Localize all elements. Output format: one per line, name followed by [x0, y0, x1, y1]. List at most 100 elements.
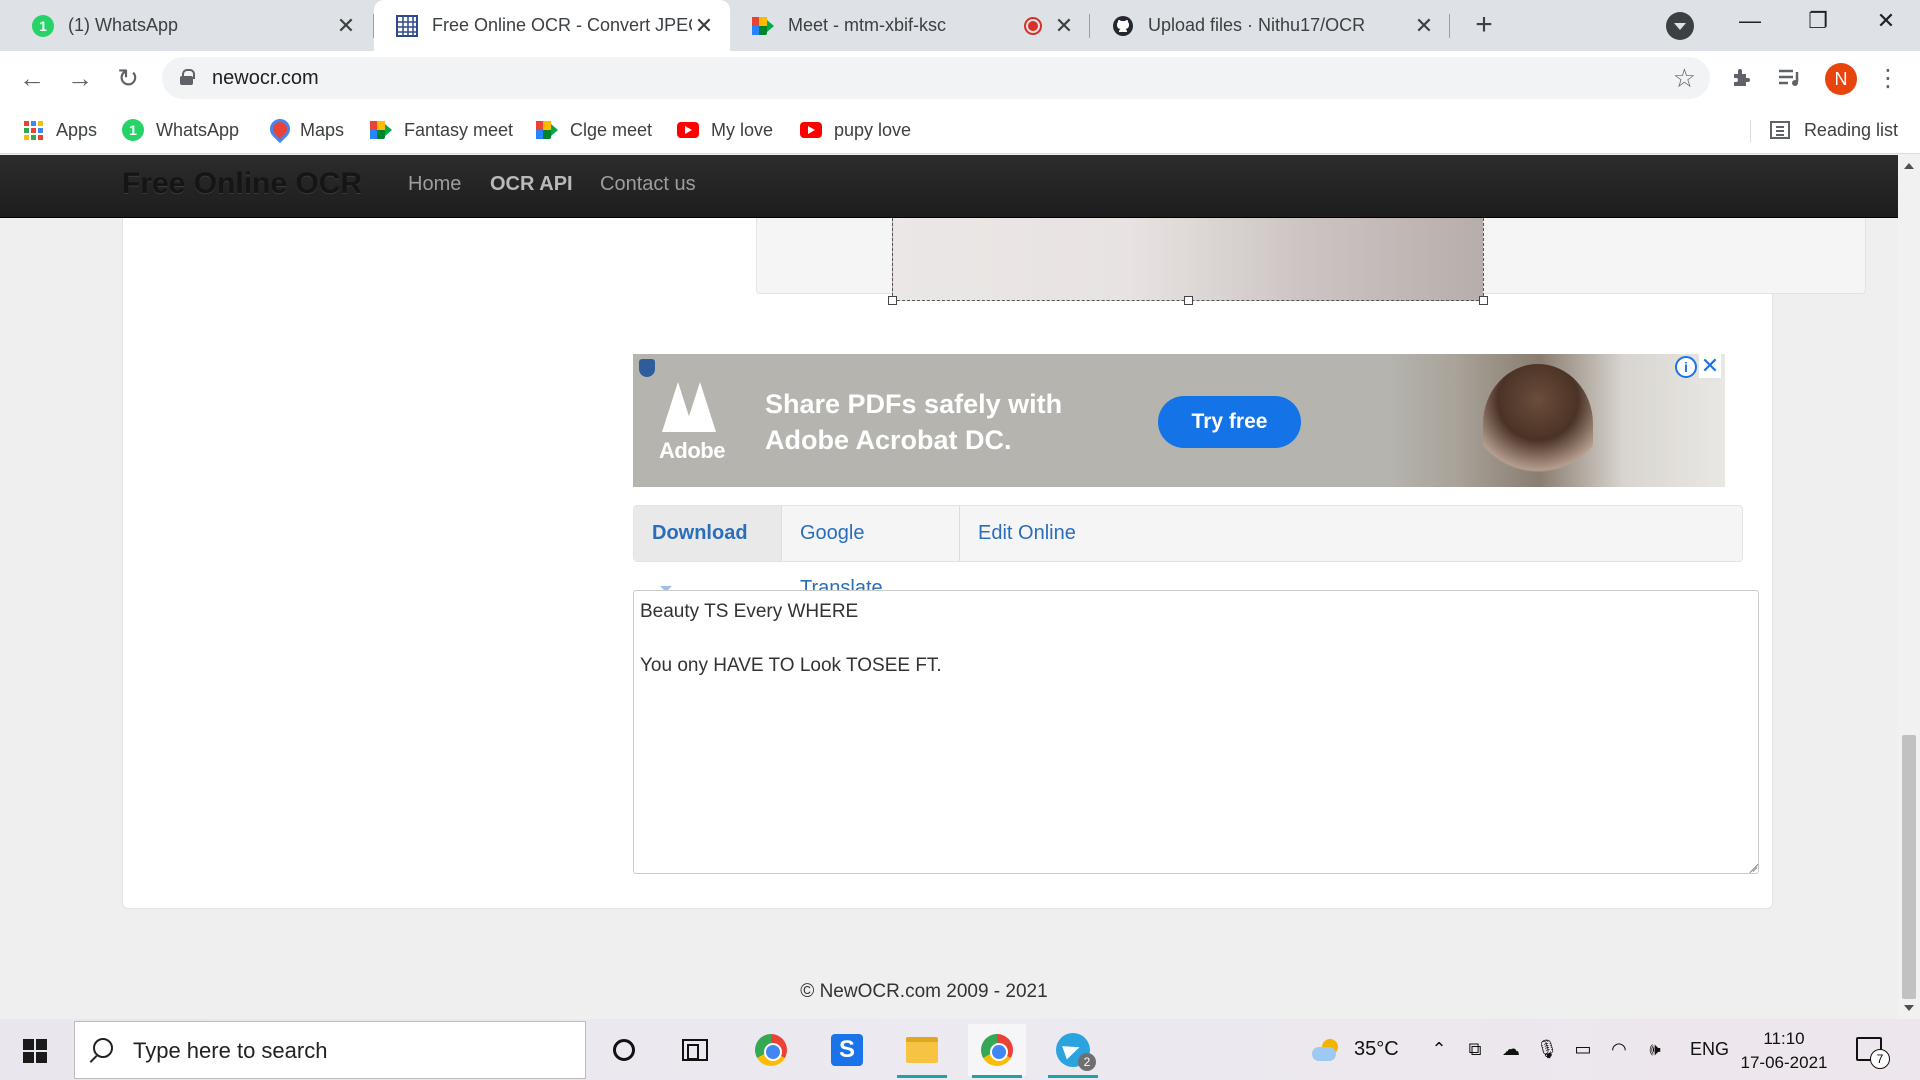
ad-photo	[1388, 354, 1725, 487]
system-clock[interactable]: 11:10 17-06-2021	[1736, 1027, 1832, 1075]
bookmark-label: Maps	[300, 119, 345, 140]
whatsapp-icon: 1	[32, 14, 54, 37]
close-icon[interactable]: ✕	[334, 13, 358, 38]
meet-now-icon[interactable]: ⧉	[1464, 1039, 1486, 1061]
microphone-icon[interactable]: 🎙	[1536, 1039, 1559, 1061]
bookmark-clge-meet[interactable]: Clge meet	[536, 115, 652, 145]
taskbar-search-box[interactable]: Type here to search	[74, 1021, 586, 1079]
ocr-result-textarea[interactable]: Beauty TS Every WHERE You ony HAVE TO Lo…	[633, 590, 1759, 874]
bookmark-apps[interactable]: Apps	[22, 115, 97, 145]
file-explorer-icon[interactable]	[893, 1024, 951, 1078]
bookmark-label: Apps	[56, 119, 98, 140]
window-close-icon[interactable]: ✕	[1852, 0, 1920, 42]
bookmark-pupy-love[interactable]: pupy love	[800, 115, 911, 145]
bookmark-whatsapp[interactable]: 1 WhatsApp	[122, 115, 239, 145]
adobe-wordmark: Adobe	[659, 438, 725, 463]
edit-online-button[interactable]: Edit Online	[960, 506, 1094, 561]
new-tab-button[interactable]: +	[1466, 8, 1502, 44]
google-meet-icon	[536, 119, 558, 141]
browser-toolbar: ← → ↻ newocr.com ☆ N ⋮	[0, 51, 1920, 106]
tab-divider	[1449, 14, 1450, 38]
adobe-a-icon	[662, 382, 716, 432]
telegram-icon[interactable]: 2	[1044, 1024, 1102, 1078]
tab-meet[interactable]: Meet - mtm-xbif-ksc ✕	[730, 0, 1090, 51]
crop-handle[interactable]	[1184, 296, 1193, 305]
close-icon[interactable]: ✕	[1052, 13, 1076, 38]
search-placeholder: Type here to search	[133, 1038, 328, 1063]
battery-icon[interactable]: ▭	[1572, 1039, 1594, 1061]
nav-contact-us[interactable]: Contact us	[600, 173, 696, 196]
chrome-active-taskbar-icon[interactable]	[968, 1024, 1026, 1078]
site-brand[interactable]: Free Online OCR	[122, 167, 362, 201]
ad-close-icon[interactable]: ✕	[1699, 354, 1721, 378]
tab-whatsapp[interactable]: 1 (1) WhatsApp ✕	[10, 0, 372, 51]
google-meet-icon	[752, 15, 774, 37]
cortana-icon[interactable]	[595, 1024, 653, 1076]
adobe-ad-banner[interactable]: Adobe Share PDFs safely with Adobe Acrob…	[633, 354, 1725, 487]
scroll-down-arrow-icon[interactable]	[1904, 1005, 1914, 1011]
profile-avatar[interactable]: N	[1825, 63, 1857, 95]
tab-github-upload[interactable]: Upload files · Nithu17/OCR ✕	[1090, 0, 1450, 51]
temperature: 35°C	[1354, 1038, 1399, 1060]
page-viewport: Free Online OCR Home OCR API Contact us …	[0, 155, 1898, 1019]
uploaded-image-crop[interactable]	[888, 218, 1488, 305]
wifi-icon[interactable]: ◠	[1608, 1039, 1630, 1061]
ad-try-free-button[interactable]: Try free	[1158, 396, 1301, 448]
minimize-icon[interactable]: —	[1716, 0, 1784, 42]
media-queue-icon[interactable]	[1774, 62, 1806, 94]
textarea-resize-handle[interactable]	[1746, 860, 1758, 872]
bookmark-maps[interactable]: Maps	[266, 115, 344, 145]
download-dropdown-button[interactable]: Download	[634, 506, 782, 592]
tab-free-online-ocr[interactable]: Free Online OCR - Convert JPEG, ✕	[374, 0, 730, 51]
bookmark-star-icon[interactable]: ☆	[1673, 63, 1696, 94]
google-meet-icon	[370, 119, 392, 141]
notification-count: 7	[1870, 1049, 1890, 1069]
address-bar[interactable]: newocr.com ☆	[162, 57, 1710, 99]
partly-cloudy-icon	[1312, 1038, 1342, 1061]
google-translate-button[interactable]: Google Translate	[782, 506, 960, 599]
windows-taskbar: Type here to search S 2 35°C ⌃ ⧉ ☁ 🎙 ▭ ◠…	[0, 1019, 1920, 1080]
notification-center-icon[interactable]: 7	[1856, 1037, 1890, 1069]
weather-widget[interactable]: 35°C	[1312, 1019, 1399, 1080]
crop-handle[interactable]	[888, 296, 897, 305]
bookmark-fantasy-meet[interactable]: Fantasy meet	[370, 115, 513, 145]
result-action-bar: Download Google Translate Edit Online	[633, 505, 1743, 599]
onedrive-cloud-icon[interactable]: ☁	[1500, 1039, 1522, 1061]
forward-arrow-icon[interactable]: →	[62, 60, 98, 96]
page-scrollbar[interactable]	[1898, 155, 1920, 1019]
lock-icon[interactable]	[180, 69, 195, 85]
bookmarks-bar: Apps 1 WhatsApp Maps Fantasy meet Clge m…	[0, 106, 1920, 154]
tab-title: Upload files · Nithu17/OCR	[1148, 15, 1366, 35]
kebab-menu-icon[interactable]: ⋮	[1872, 62, 1904, 94]
tab-search-chevron-icon[interactable]	[1666, 12, 1694, 40]
adchoices-info-icon[interactable]: i	[1675, 356, 1697, 378]
nav-ocr-api[interactable]: OCR API	[490, 173, 573, 196]
s-app-taskbar-icon[interactable]: S	[818, 1024, 876, 1076]
scrollbar-thumb[interactable]	[1902, 735, 1916, 999]
tab-title: Meet - mtm-xbif-ksc	[788, 15, 947, 35]
windows-start-icon[interactable]	[23, 1039, 47, 1063]
nav-home[interactable]: Home	[408, 173, 461, 196]
reload-icon[interactable]: ↻	[110, 60, 146, 96]
tab-title: Free Online OCR - Convert JPEG,	[432, 15, 692, 35]
back-arrow-icon[interactable]: ←	[14, 60, 50, 96]
restore-icon[interactable]: ❐	[1784, 0, 1852, 42]
bookmark-my-love[interactable]: My love	[677, 115, 773, 145]
crop-handle[interactable]	[1479, 296, 1488, 305]
ad-shield-icon	[639, 359, 655, 377]
ocr-site-icon	[396, 14, 418, 37]
chrome-taskbar-icon[interactable]	[742, 1024, 800, 1076]
extensions-puzzle-icon[interactable]	[1726, 62, 1758, 94]
reading-list-button[interactable]: Reading list	[1769, 115, 1898, 145]
close-icon[interactable]: ✕	[1412, 13, 1436, 38]
reading-list-label: Reading list	[1803, 119, 1898, 140]
chevron-up-icon[interactable]: ⌃	[1428, 1039, 1450, 1061]
close-icon[interactable]: ✕	[692, 13, 716, 38]
volume-icon[interactable]: 🕪	[1644, 1039, 1666, 1061]
url-text[interactable]: newocr.com	[212, 67, 319, 90]
clock-date: 17-06-2021	[1740, 1053, 1828, 1072]
language-indicator[interactable]: ENG	[1690, 1039, 1729, 1060]
scroll-up-arrow-icon[interactable]	[1904, 163, 1914, 169]
task-view-icon[interactable]	[666, 1024, 724, 1076]
bookmark-label: Clge meet	[570, 119, 653, 140]
